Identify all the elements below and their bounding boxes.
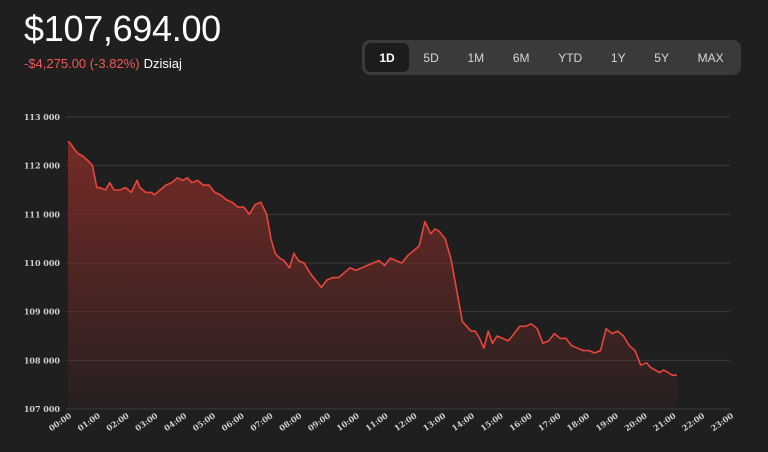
x-tick-label: 05:00 [191,410,218,433]
x-tick-label: 18:00 [565,410,592,433]
x-tick-label: 09:00 [306,410,333,433]
price-chart[interactable]: 107 000 108 000 109 000 110 000 111 000 112 0… [0,0,768,452]
x-tick-label: 19:00 [594,410,621,433]
y-tick-label: 110 000 [24,258,61,268]
x-tick-label: 02:00 [104,410,131,433]
x-tick-label: 23:00 [709,410,736,433]
price-chart-svg[interactable]: 107 000 108 000 109 000 110 000 111 000 112 0… [0,0,768,452]
x-tick-label: 13:00 [421,410,448,433]
y-tick-label: 109 000 [24,307,61,317]
x-tick-label: 06:00 [219,410,246,433]
price-area [68,141,677,410]
x-tick-label: 12:00 [392,410,419,433]
x-tick-label: 16:00 [507,410,534,433]
x-tick-label: 03:00 [133,410,160,433]
y-tick-label: 108 000 [24,355,61,365]
x-tick-label: 20:00 [622,410,649,433]
x-tick-label: 08:00 [277,410,304,433]
x-tick-label: 17:00 [536,410,563,433]
y-tick-label: 107 000 [24,404,61,414]
x-tick-label: 01:00 [76,410,103,433]
x-tick-label: 21:00 [651,410,678,433]
y-tick-label: 111 000 [24,209,61,219]
x-tick-label: 10:00 [335,410,362,433]
x-tick-label: 14:00 [450,410,477,433]
x-tick-label: 11:00 [363,410,390,433]
y-tick-label: 112 000 [24,161,61,171]
x-tick-label: 15:00 [478,410,505,433]
x-tick-label: 04:00 [162,410,189,433]
x-tick-label: 22:00 [680,410,707,433]
y-tick-label: 113 000 [24,112,61,122]
x-tick-label: 07:00 [248,410,275,433]
